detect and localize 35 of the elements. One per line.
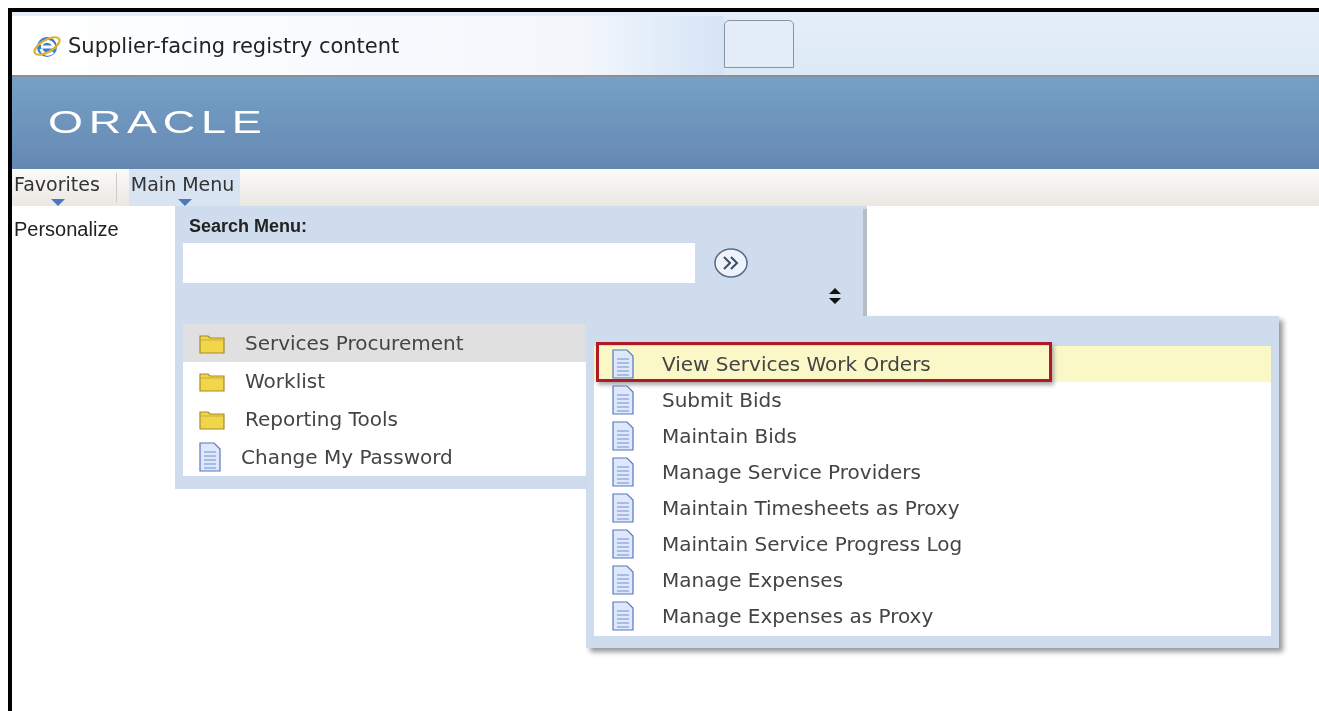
search-label: Search Menu:	[189, 216, 309, 237]
logo: ORACLE	[48, 105, 268, 141]
search-go-icon[interactable]	[713, 247, 749, 279]
submenu-item[interactable]: Maintain Timesheets as Proxy	[594, 490, 1271, 526]
document-icon	[612, 421, 634, 451]
folder-icon	[199, 370, 225, 392]
folder-icon	[199, 332, 225, 354]
submenu-item[interactable]: Manage Service Providers	[594, 454, 1271, 490]
submenu-item[interactable]: Manage Expenses as Proxy	[594, 598, 1271, 634]
menu-item[interactable]: Change My Password	[183, 438, 588, 476]
caret-icon	[50, 199, 65, 206]
menu-item[interactable]: Reporting Tools	[183, 400, 588, 438]
document-icon	[612, 565, 634, 595]
tab-title: Supplier-facing registry content	[68, 33, 400, 58]
menu-bar-item[interactable]: Favorites	[12, 169, 104, 206]
document-icon	[612, 529, 634, 559]
menu-bar-item[interactable]: Main Menu	[128, 169, 241, 206]
folder-icon	[199, 408, 225, 430]
search-field[interactable]	[183, 243, 695, 283]
sort-icon[interactable]	[829, 288, 841, 304]
personalize-link[interactable]: Personalize	[14, 218, 119, 241]
document-icon	[612, 601, 634, 631]
browser-tab[interactable]: Supplier-facing registry content	[12, 16, 724, 75]
document-icon	[612, 385, 634, 415]
submenu-item[interactable]: Manage Expenses	[594, 562, 1271, 598]
document-icon	[612, 493, 634, 523]
menu-item[interactable]: Worklist	[183, 362, 588, 400]
menu-item[interactable]: Services Procurement	[183, 324, 588, 362]
new-tab-button[interactable]	[724, 20, 794, 68]
document-icon	[199, 442, 221, 472]
document-icon	[612, 457, 634, 487]
document-icon	[612, 349, 634, 379]
submenu-item[interactable]: Maintain Bids	[594, 418, 1271, 454]
submenu-item[interactable]: Maintain Service Progress Log	[594, 526, 1271, 562]
submenu-item[interactable]: Submit Bids	[594, 382, 1271, 418]
